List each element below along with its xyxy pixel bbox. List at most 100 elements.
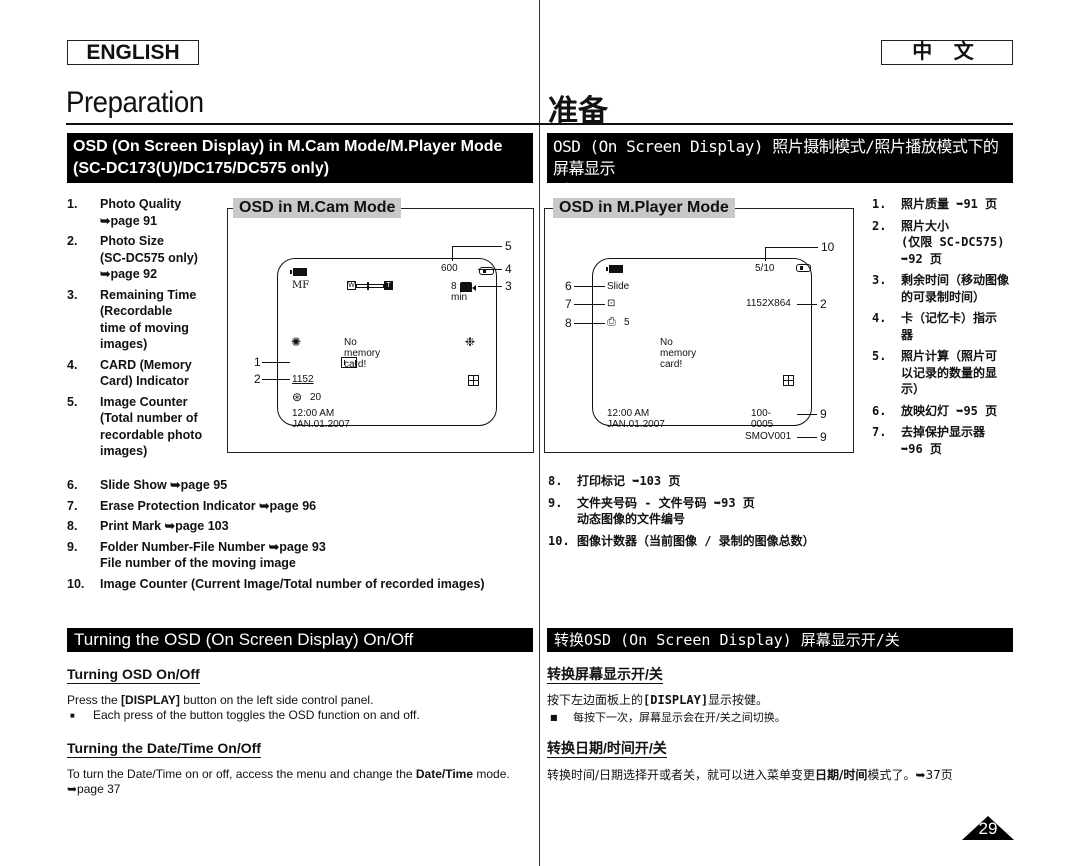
osd-mplayer-panel-title: OSD in M.Player Mode bbox=[553, 198, 735, 218]
callout-9a: 9 bbox=[820, 407, 827, 421]
list-item: 6. 放映幻灯 ➥95 页 bbox=[872, 403, 1017, 420]
osd-items-list-english-top: 1. Photo Quality ➥page 91 2. Photo Size (SC-D… bbox=[67, 196, 227, 464]
callout-line-3 bbox=[478, 286, 502, 287]
item-line: recordable photo bbox=[100, 427, 203, 442]
list-item: 7. Erase Protection Indicator ➥page 96 bbox=[67, 498, 537, 515]
subheading-turning-datetime-chinese: 转换日期/时间开/关 bbox=[547, 740, 667, 758]
callout-line-2 bbox=[797, 304, 817, 305]
osd-items-list-chinese-bottom: 8. 打印标记 ➥103 页 9. 文件夹号码 - 文件号码 ➥93 页动态图像的文件… bbox=[548, 473, 858, 554]
item-line: time of moving bbox=[100, 320, 189, 335]
photo-size-value: 1152 bbox=[292, 374, 314, 385]
zoom-wide-icon: W bbox=[347, 281, 356, 290]
date-time-stamp: 12:00 AM JAN.01.2007 bbox=[607, 408, 665, 430]
item-line: Photo Size bbox=[100, 234, 164, 248]
callout-line-10 bbox=[765, 247, 766, 261]
list-item: 3. Remaining Time (Recordable time of movin… bbox=[67, 287, 227, 353]
list-item: 10. 图像计数器（当前图像 / 录制的图像总数） bbox=[548, 533, 858, 550]
item-text: 文件夹号码 - 文件号码 ➥93 页动态图像的文件编号 bbox=[577, 495, 755, 528]
item-number: 1. bbox=[872, 197, 887, 211]
list-item: 10. Image Counter (Current Image/Total nu… bbox=[67, 576, 537, 593]
item-number: 4. bbox=[872, 311, 887, 325]
list-item: 1. 照片质量 ➥91 页 bbox=[872, 196, 1017, 213]
list-item: 7. 去掉保护显示器 ➥96 页 bbox=[872, 424, 1017, 457]
callout-line-2 bbox=[262, 379, 290, 380]
item-line: (Recordable bbox=[100, 304, 173, 318]
item-text: Image Counter (Total number of recordable … bbox=[100, 394, 202, 460]
subheading-turning-osd-chinese: 转换屏幕显示开/关 bbox=[547, 666, 663, 684]
section-header-line1: OSD (On Screen Display) in M.Cam Mode/M.… bbox=[73, 138, 503, 155]
item-line: Print Mark ➥page 103 bbox=[100, 519, 229, 533]
bullet-text: Each press of the button toggles the OSD… bbox=[93, 708, 420, 722]
item-number: 10. bbox=[548, 533, 570, 548]
osd-items-list-chinese-top: 1. 照片质量 ➥91 页 2. 照片大小 (仅限 SC-DC575) ➥92 页 3. 剩余… bbox=[872, 196, 1017, 462]
slide-show-label: Slide bbox=[607, 281, 630, 292]
item-line: 的可录制时间） bbox=[901, 289, 986, 304]
title-rule-left bbox=[66, 123, 540, 125]
list-item: 4. CARD (Memory Card) Indicator bbox=[67, 357, 227, 390]
list-item: 1. Photo Quality ➥page 91 bbox=[67, 196, 227, 229]
item-text: Erase Protection Indicator ➥page 96 bbox=[100, 498, 316, 515]
osd-mplayer-content: 5/10 Slide ⊡ 1152X864 ⎙ 5 No memory card… bbox=[0, 0, 811, 442]
item-text: 照片大小 (仅限 SC-DC575) ➥92 页 bbox=[901, 218, 1004, 268]
white-balance-icon: ✺ bbox=[291, 335, 302, 349]
section-header-turning-osd-english: Turning the OSD (On Screen Display) On/O… bbox=[67, 628, 533, 652]
battery-icon bbox=[606, 265, 623, 273]
resolution-value: 1152X864 bbox=[746, 298, 791, 309]
list-item: 6. Slide Show ➥page 95 bbox=[67, 477, 537, 494]
callout-1: 1 bbox=[254, 355, 261, 369]
item-line: 剩余时间（移动图像 bbox=[901, 273, 1010, 287]
shutter-icon: ⊛ bbox=[292, 390, 303, 404]
callout-line-4 bbox=[478, 269, 502, 270]
page-title-english: Preparation bbox=[66, 86, 204, 119]
item-text: 放映幻灯 ➥95 页 bbox=[901, 403, 997, 420]
item-line: 放映幻灯 ➥95 页 bbox=[901, 403, 998, 418]
list-item: 4. 卡（记忆卡）指示器 bbox=[872, 310, 1017, 343]
item-line: 照片大小 bbox=[901, 218, 950, 233]
list-item: 5. Image Counter (Total number of recordabl… bbox=[67, 394, 227, 460]
item-line: 图像计数器（当前图像 / 录制的图像总数） bbox=[577, 533, 815, 548]
item-text: 图像计数器（当前图像 / 录制的图像总数） bbox=[577, 533, 815, 550]
column-divider bbox=[539, 0, 540, 866]
display-button-label: [DISPLAY] bbox=[121, 693, 180, 707]
item-number: 2. bbox=[872, 218, 887, 233]
list-item: 5. 照片计算（照片可 以记录的数量的显 示） bbox=[872, 348, 1017, 398]
movie-file-number: SMOV001 bbox=[745, 431, 792, 442]
date-time-stamp: 12:00 AM JAN.01.2007 bbox=[292, 408, 350, 430]
print-count: 5 bbox=[624, 317, 630, 328]
callout-4: 4 bbox=[505, 262, 512, 276]
list-item: 8. Print Mark ➥page 103 bbox=[67, 518, 537, 535]
item-line: 去掉保护显示器 bbox=[901, 425, 986, 439]
item-number: 3. bbox=[872, 273, 887, 287]
photo-quality-icon bbox=[341, 357, 358, 368]
callout-9b: 9 bbox=[820, 430, 827, 444]
item-text: 剩余时间（移动图像 的可录制时间） bbox=[901, 272, 1009, 305]
item-line: 照片质量 ➥91 页 bbox=[901, 197, 998, 211]
callout-8: 8 bbox=[565, 316, 572, 330]
osd-items-list-english-bottom: 6. Slide Show ➥page 95 7. Erase Protection … bbox=[67, 477, 537, 596]
folder-file-number: 100-0005 bbox=[751, 408, 774, 430]
callout-line-10h bbox=[765, 247, 818, 248]
item-line: Slide Show ➥page 95 bbox=[100, 478, 228, 492]
item-number: 4. bbox=[67, 357, 78, 372]
item-text: Photo Size (SC-DC575 only) ➥page 92 bbox=[100, 233, 198, 283]
bullet-text: 每按下一次，屏幕显示会在开/关之间切换。 bbox=[573, 711, 786, 724]
item-line: 照片计算（照片可 bbox=[901, 349, 998, 363]
zoom-bar-icon: W T bbox=[347, 281, 393, 290]
item-number: 7. bbox=[67, 498, 78, 513]
print-mark-icon: ⎙ bbox=[607, 316, 616, 328]
item-number: 8. bbox=[548, 474, 563, 488]
memory-card-icon bbox=[795, 264, 811, 272]
item-line: Folder Number-File Number ➥page 93 bbox=[100, 539, 326, 554]
callout-2: 2 bbox=[820, 297, 827, 311]
item-number: 10. bbox=[67, 576, 85, 591]
grid-display-icon bbox=[783, 375, 794, 386]
item-text: 照片质量 ➥91 页 bbox=[901, 196, 997, 213]
datetime-menu-label: 日期/时间 bbox=[815, 768, 868, 782]
item-line: images) bbox=[100, 337, 148, 351]
display-button-label: [DISPLAY] bbox=[643, 693, 709, 707]
battery-icon bbox=[290, 268, 307, 276]
callout-line-5h bbox=[452, 246, 502, 247]
callout-2: 2 bbox=[254, 372, 261, 386]
section-header-osd-english: OSD (On Screen Display) in M.Cam Mode/M.… bbox=[67, 133, 533, 183]
callout-5: 5 bbox=[505, 239, 512, 253]
